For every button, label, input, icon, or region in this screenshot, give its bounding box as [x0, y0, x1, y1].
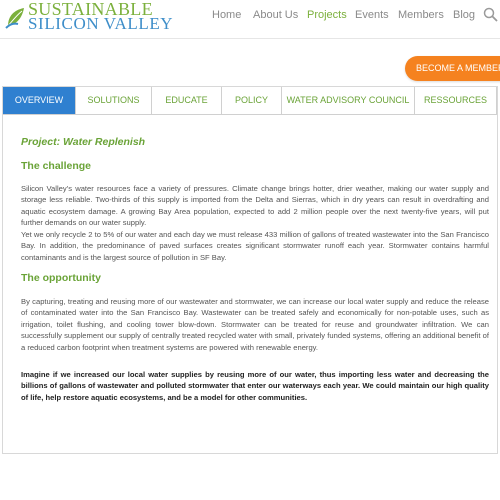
- nav-home[interactable]: Home: [212, 9, 241, 21]
- opportunity-paragraph: By capturing, treating and reusing more …: [21, 297, 489, 352]
- challenge-paragraph-1: Silicon Valley’s water resources face a …: [21, 184, 489, 228]
- tab-water-advisory-council[interactable]: WATER ADVISORY COUNCIL: [282, 87, 415, 114]
- tab-educate[interactable]: EDUCATE: [152, 87, 222, 114]
- nav-members[interactable]: Members: [398, 9, 444, 21]
- opportunity-heading: The opportunity: [21, 272, 101, 284]
- tab-bar: OVERVIEW SOLUTIONS EDUCATE POLICY WATER …: [3, 87, 497, 115]
- project-title: Project: Water Replenish: [21, 136, 146, 148]
- site-header: SUSTAINABLE SILICON VALLEY Home About Us…: [0, 0, 500, 40]
- become-member-button[interactable]: BECOME A MEMBER: [405, 56, 500, 81]
- nav-events[interactable]: Events: [355, 9, 389, 21]
- site-logo[interactable]: SUSTAINABLE SILICON VALLEY: [4, 0, 173, 34]
- content-panel: OVERVIEW SOLUTIONS EDUCATE POLICY WATER …: [2, 86, 498, 454]
- logo-text-line2: SILICON VALLEY: [28, 14, 174, 33]
- search-icon[interactable]: [482, 6, 500, 24]
- challenge-heading: The challenge: [21, 160, 92, 172]
- tab-ressources[interactable]: RESSOURCES: [415, 87, 497, 114]
- nav-about-us[interactable]: About Us: [253, 9, 298, 21]
- tab-overview[interactable]: OVERVIEW: [3, 87, 76, 114]
- leaf-logo-icon: [5, 8, 24, 29]
- challenge-paragraph-2: Yet we only recycle 2 to 5% of our water…: [21, 230, 489, 262]
- imagine-paragraph: Imagine if we increased our local water …: [21, 370, 489, 402]
- header-divider: [0, 38, 500, 39]
- tab-policy[interactable]: POLICY: [222, 87, 282, 114]
- nav-blog[interactable]: Blog: [453, 9, 475, 21]
- tab-solutions[interactable]: SOLUTIONS: [76, 87, 152, 114]
- nav-projects[interactable]: Projects: [307, 9, 347, 21]
